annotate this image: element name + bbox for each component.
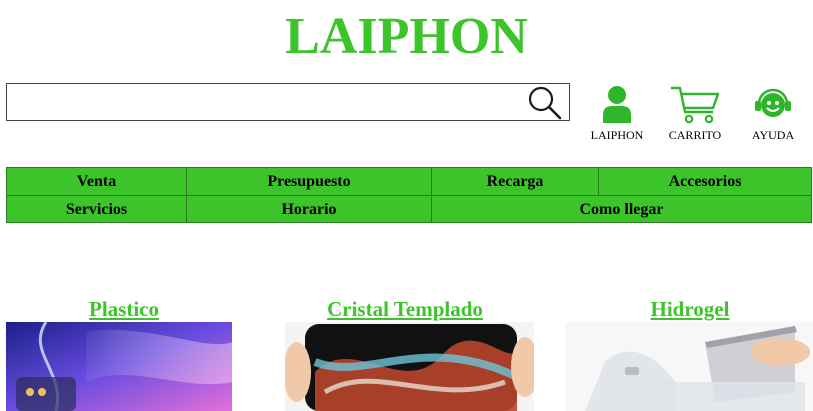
search-input[interactable] xyxy=(11,88,515,116)
cart-label: CARRITO xyxy=(668,128,722,142)
category-image-plastico[interactable] xyxy=(6,322,232,411)
search-button[interactable] xyxy=(527,85,563,121)
nav-item-accesorios[interactable]: Accesorios xyxy=(599,168,811,195)
user-icon xyxy=(603,86,631,123)
category-link[interactable]: Hidrogel xyxy=(570,296,810,322)
category-image-cristal[interactable] xyxy=(285,322,534,411)
plastic-film-image xyxy=(6,322,232,411)
nav-item-como-llegar[interactable]: Como llegar xyxy=(432,196,811,223)
main-nav: Venta Presupuesto Recarga Accesorios Ser… xyxy=(6,167,812,223)
nav-item-venta[interactable]: Venta xyxy=(7,168,186,195)
support-icon xyxy=(755,88,791,117)
category-link[interactable]: Plastico xyxy=(6,296,242,322)
account-label: LAIPHON xyxy=(590,128,644,142)
cart-icon xyxy=(671,86,720,124)
hydrogel-film-image xyxy=(565,322,813,411)
search-icon xyxy=(528,86,562,120)
category-link[interactable]: Cristal Templado xyxy=(285,296,525,322)
brand-title: LAIPHON xyxy=(285,8,528,65)
nav-item-recarga[interactable]: Recarga xyxy=(432,168,598,195)
nav-item-presupuesto[interactable]: Presupuesto xyxy=(187,168,431,195)
search-bar xyxy=(6,83,570,121)
category-cristal-templado: Cristal Templado xyxy=(285,296,525,322)
help-button[interactable]: AYUDA xyxy=(741,84,805,142)
category-image-hidrogel[interactable] xyxy=(565,322,813,411)
category-hidrogel: Hidrogel xyxy=(570,296,810,322)
cart-button[interactable]: CARRITO xyxy=(663,84,727,142)
nav-item-horario[interactable]: Horario xyxy=(187,196,431,223)
tempered-glass-image xyxy=(285,322,534,411)
nav-item-servicios[interactable]: Servicios xyxy=(7,196,186,223)
help-label: AYUDA xyxy=(751,128,795,142)
account-button[interactable]: LAIPHON xyxy=(585,84,649,142)
category-plastico: Plastico xyxy=(6,296,242,322)
